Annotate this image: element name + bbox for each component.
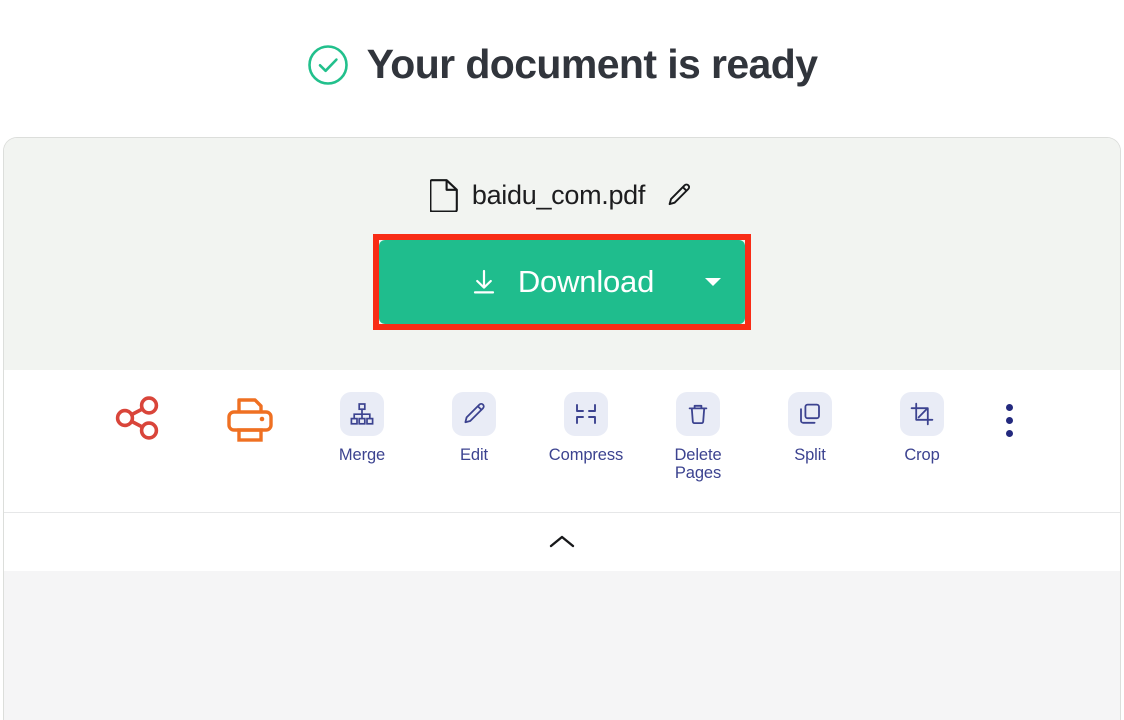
download-button-content: Download [470,264,654,300]
split-copy-icon [788,392,832,436]
caret-down-icon[interactable] [705,278,721,286]
tool-label-crop: Crop [904,446,940,464]
trash-icon [676,392,720,436]
tool-label-compress: Compress [548,446,624,464]
collapse-toolbar-button[interactable] [539,525,585,559]
download-button[interactable]: Download [379,240,745,324]
compress-arrows-icon [564,392,608,436]
tool-delete-pages[interactable]: Delete Pages [642,370,754,483]
page-header: Your document is ready [0,0,1124,137]
header-content: Your document is ready [307,44,818,86]
download-arrow-icon [470,268,498,296]
download-label: Download [517,264,655,299]
more-options-button[interactable] [992,398,1026,442]
share-nodes-icon [112,392,164,449]
tool-edit[interactable]: Edit [418,370,530,464]
tool-label-delete-pages: Delete Pages [674,446,722,483]
circle-check-icon [307,44,349,86]
filename-text: baidu_com.pdf [471,179,646,210]
pencil-icon [452,392,496,436]
tool-label-split: Split [794,446,826,464]
more-vertical-icon-dot [1005,429,1013,437]
tool-compress[interactable]: Compress [530,370,642,464]
page-title: Your document is ready [366,41,818,87]
crop-icon [900,392,944,436]
tool-split[interactable]: Split [754,370,866,464]
filename-row: baidu_com.pdf [429,172,694,218]
tool-label-edit: Edit [459,446,489,464]
printer-icon [223,392,277,451]
merge-hierarchy-icon [340,392,384,436]
tool-merge[interactable]: Merge [306,370,418,464]
print-button[interactable] [194,370,306,451]
download-highlight-frame: Download [373,234,751,330]
rename-file-button[interactable] [664,180,694,210]
tool-crop[interactable]: Crop [866,370,978,464]
document-result-card: baidu_com.pdf Download Merge Edit Compre… [3,137,1121,720]
more-vertical-icon-dot [1005,403,1013,411]
tool-label-merge: Merge [338,446,386,464]
card-top-section: baidu_com.pdf Download [4,138,1120,370]
more-vertical-icon-dot [1005,416,1013,424]
share-button[interactable] [82,370,194,449]
collapse-row [4,512,1120,571]
file-icon [429,178,459,213]
document-preview-area [4,571,1120,720]
tools-row: Merge Edit Compress Delete Pages Split C… [4,370,1120,512]
